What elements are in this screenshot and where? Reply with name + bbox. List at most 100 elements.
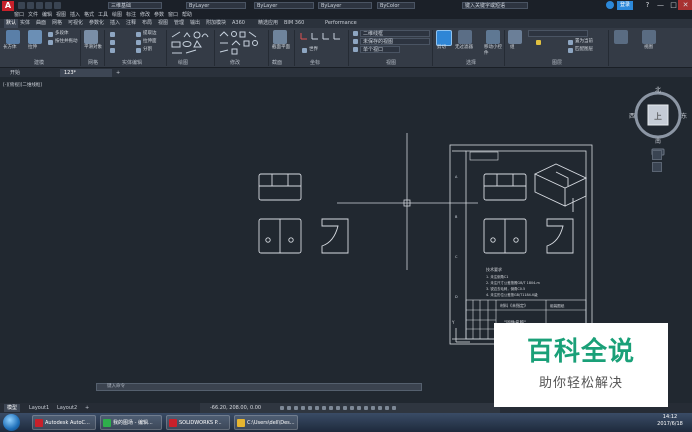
workspace-dropdown[interactable]: 三维基础 xyxy=(108,2,162,9)
polysolid-icon[interactable] xyxy=(48,32,53,37)
viewport-config-icon[interactable] xyxy=(353,47,358,52)
subtract-icon[interactable] xyxy=(110,40,115,45)
visual-style-icon[interactable] xyxy=(353,31,358,36)
intersect-icon[interactable] xyxy=(110,48,115,53)
open-file-icon[interactable] xyxy=(27,2,34,9)
osnap-icon[interactable] xyxy=(315,406,319,410)
workspace-icon[interactable] xyxy=(364,406,368,410)
named-view-dropdown[interactable]: 未保存的视图 xyxy=(360,38,430,45)
snap-icon[interactable] xyxy=(294,406,298,410)
start-button[interactable] xyxy=(3,414,20,431)
tab-start[interactable]: 开始 xyxy=(6,69,25,77)
layer-state-dropdown[interactable] xyxy=(528,30,588,37)
otrack-icon[interactable] xyxy=(322,406,326,410)
tab-layout1[interactable]: Layout1 xyxy=(26,404,52,412)
menu-item-3[interactable]: 视图 xyxy=(56,11,66,19)
ribbon-tab-14[interactable]: 精选应用 xyxy=(258,19,278,28)
annotation-icon[interactable] xyxy=(357,406,361,410)
view-icon[interactable] xyxy=(642,30,656,44)
menu-item-11[interactable]: 窗口 xyxy=(168,11,178,19)
tab-drawing-123[interactable]: 123* xyxy=(60,69,112,77)
section-plane-icon[interactable] xyxy=(273,30,287,44)
visual-style-dropdown[interactable]: 二维线框 xyxy=(360,30,430,37)
menu-item-6[interactable]: 工具 xyxy=(98,11,108,19)
smooth-object-icon[interactable] xyxy=(84,30,98,44)
move-gizmo-icon[interactable] xyxy=(486,30,500,44)
group-icon[interactable] xyxy=(508,30,522,44)
command-input[interactable]: 键入命令 xyxy=(96,383,422,391)
new-tab-button[interactable]: + xyxy=(112,69,124,77)
close-button[interactable]: ✕ xyxy=(678,0,692,10)
lineweight-icon[interactable] xyxy=(329,406,333,410)
ribbon-tab-6[interactable]: 插入 xyxy=(110,19,120,28)
ribbon-tab-13[interactable]: A360 xyxy=(232,19,245,28)
menu-item-12[interactable]: 帮助 xyxy=(182,11,192,19)
redo-icon[interactable] xyxy=(54,2,61,9)
ribbon-tab-15[interactable]: BIM 360 xyxy=(284,19,304,28)
extrude-faces-icon[interactable] xyxy=(136,40,141,45)
union-icon[interactable] xyxy=(110,32,115,37)
world-ucs-icon[interactable] xyxy=(302,48,307,53)
ribbon-tab-8[interactable]: 布局 xyxy=(142,19,152,28)
plotstyle-dropdown[interactable]: ByColor xyxy=(377,2,415,9)
viewport-config-dropdown[interactable]: 单个视口 xyxy=(360,46,400,53)
menu-item-9[interactable]: 修改 xyxy=(140,11,150,19)
taskbar-item-solidworks[interactable]: SOLIDWORKS P... xyxy=(166,415,230,430)
new-file-icon[interactable] xyxy=(18,2,25,9)
ribbon-tab-1[interactable]: 实体 xyxy=(20,19,30,28)
grid-icon[interactable] xyxy=(287,406,291,410)
lineweight-dropdown[interactable]: ByLayer xyxy=(318,2,372,9)
named-view-icon[interactable] xyxy=(353,39,358,44)
clean-screen-icon[interactable] xyxy=(385,406,389,410)
ribbon-tab-5[interactable]: 参数化 xyxy=(89,19,104,28)
cloud-icon[interactable] xyxy=(606,1,614,9)
pan-icon[interactable] xyxy=(652,162,662,172)
menu-item-2[interactable]: 编辑 xyxy=(42,11,52,19)
menu-item-5[interactable]: 格式 xyxy=(84,11,94,19)
ribbon-tab-9[interactable]: 视图 xyxy=(158,19,168,28)
ribbon-tab-3[interactable]: 网格 xyxy=(52,19,62,28)
customize-icon[interactable] xyxy=(392,406,396,410)
box-icon[interactable] xyxy=(6,30,20,44)
menu-item-4[interactable]: 插入 xyxy=(70,11,80,19)
menu-item-7[interactable]: 绘图 xyxy=(112,11,122,19)
taskbar-item-editor[interactable]: 我的图场 - 编辑... xyxy=(100,415,162,430)
ribbon-tab-10[interactable]: 管理 xyxy=(174,19,184,28)
add-layout-button[interactable]: + xyxy=(82,404,92,412)
taskbar-item-autocad[interactable]: Autodesk AutoC... xyxy=(32,415,96,430)
menu-item-0[interactable]: 窗口 xyxy=(14,11,24,19)
modify-tools-icons[interactable] xyxy=(218,31,264,57)
transparency-icon[interactable] xyxy=(336,406,340,410)
tab-layout2[interactable]: Layout2 xyxy=(54,404,80,412)
hardware-accel-icon[interactable] xyxy=(378,406,382,410)
ribbon-tab-0[interactable]: 默认 xyxy=(4,19,19,28)
selection-cycling-icon[interactable] xyxy=(343,406,347,410)
layer-on-icon[interactable] xyxy=(536,40,541,45)
search-input[interactable]: 键入关键字或短语 xyxy=(462,2,528,9)
ribbon-tab-2[interactable]: 曲面 xyxy=(36,19,46,28)
ribbon-tab-7[interactable]: 注释 xyxy=(126,19,136,28)
match-layer-icon[interactable] xyxy=(568,48,573,53)
presspull-icon[interactable] xyxy=(48,40,53,45)
view-manager-icon[interactable] xyxy=(614,30,628,44)
extract-edges-icon[interactable] xyxy=(136,32,141,37)
menu-item-1[interactable]: 文件 xyxy=(28,11,38,19)
model-space-icon[interactable] xyxy=(280,406,284,410)
taskbar-item-explorer[interactable]: C:\Users\dell\Des... xyxy=(234,415,298,430)
ucs-tools-icons[interactable] xyxy=(298,31,348,57)
culling-icon[interactable] xyxy=(436,30,452,46)
make-current-icon[interactable] xyxy=(568,40,573,45)
layer-dropdown[interactable]: ByLayer xyxy=(186,2,246,9)
linetype-dropdown[interactable]: ByLayer xyxy=(254,2,314,9)
extrude-icon[interactable] xyxy=(28,30,42,44)
system-clock[interactable]: 14:12 2017/6/18 xyxy=(650,414,690,428)
menu-item-10[interactable]: 参数 xyxy=(154,11,164,19)
ortho-icon[interactable] xyxy=(301,406,305,410)
polar-icon[interactable] xyxy=(308,406,312,410)
undo-icon[interactable] xyxy=(45,2,52,9)
ribbon-tab-11[interactable]: 输出 xyxy=(190,19,200,28)
ribbon-tab-16[interactable]: Performance xyxy=(325,19,357,28)
separate-icon[interactable] xyxy=(136,48,141,53)
save-icon[interactable] xyxy=(36,2,43,9)
full-navigation-wheel-icon[interactable] xyxy=(652,150,662,160)
